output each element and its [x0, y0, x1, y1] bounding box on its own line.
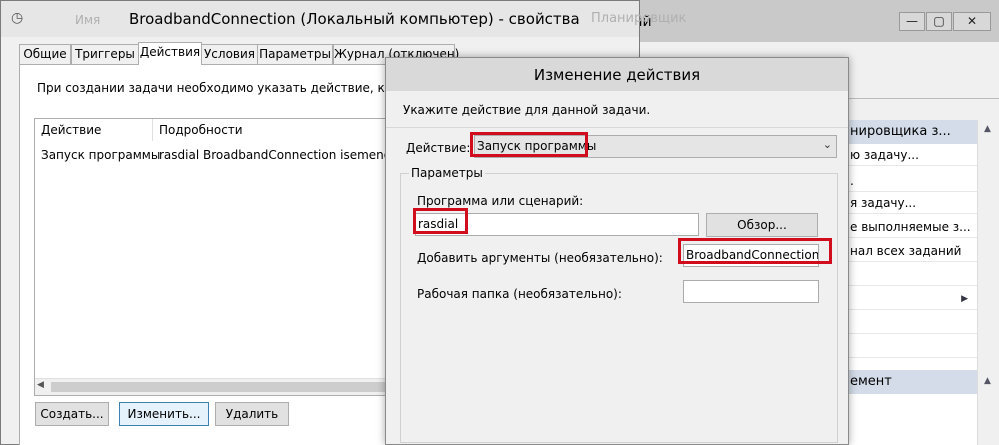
parameters-group-title: Параметры — [409, 166, 485, 180]
actions-panel-item[interactable]: ▶ — [846, 288, 978, 310]
actions-panel-section-header[interactable]: емент — [846, 370, 978, 394]
column-header-action[interactable]: Действие — [35, 119, 153, 141]
browse-button[interactable]: Обзор... — [706, 213, 818, 237]
program-label: Программа или сценарий: — [417, 194, 584, 208]
faded-label: Планировщик — [591, 11, 687, 26]
minimize-button[interactable]: — — [899, 12, 925, 31]
properties-title: BroadbandConnection (Локальный компьютер… — [129, 10, 580, 28]
panel-divider — [845, 98, 999, 99]
dialog-description: Укажите действие для данной задачи. — [403, 103, 651, 117]
actions-panel-item[interactable] — [846, 264, 978, 286]
scrollbar-thumb[interactable] — [51, 382, 411, 392]
actions-panel: нировщика з... ю задачу... . я задачу...… — [845, 120, 978, 445]
actions-panel-item[interactable] — [846, 336, 978, 358]
actions-panel-item[interactable]: ю задачу... — [846, 144, 978, 166]
program-input[interactable]: rasdial — [415, 213, 699, 236]
scroll-up-icon[interactable]: ▲ — [984, 376, 991, 386]
maximize-button[interactable]: ▢ — [926, 12, 952, 31]
tab-general[interactable]: Общие — [19, 44, 71, 64]
actions-panel-scrollbar[interactable]: ▲ ▲ — [977, 120, 999, 445]
arguments-label: Добавить аргументы (необязательно): — [417, 251, 663, 265]
row-details: rasdial BroadbandConnection isemenov7 6 — [159, 148, 418, 162]
submenu-arrow-icon: ▶ — [961, 294, 968, 304]
edit-action-dialog: Изменение действия Укажите действие для … — [385, 57, 849, 445]
properties-titlebar: ◷ Имя BroadbandConnection (Локальный ком… — [1, 1, 686, 37]
delete-button[interactable]: Удалить — [215, 402, 289, 426]
edit-button[interactable]: Изменить... — [119, 402, 209, 426]
actions-panel-item[interactable]: я задачу... — [846, 192, 978, 214]
actions-panel-item[interactable]: . — [846, 170, 978, 192]
workdir-label: Рабочая папка (необязательно): — [417, 287, 622, 301]
row-action: Запуск программы — [41, 148, 161, 162]
parameters-group: Параметры Программа или сценарий: rasdia… — [400, 166, 838, 443]
action-dropdown-value: Запуск программы — [477, 139, 597, 153]
actions-panel-item[interactable]: е выполняемые з... — [846, 216, 978, 238]
clock-icon: ◷ — [11, 10, 24, 26]
tab-conditions[interactable]: Условия — [201, 44, 258, 64]
action-dropdown[interactable]: Запуск программы ⌄ — [474, 135, 837, 158]
dialog-body: Укажите действие для данной задачи. Дейс… — [386, 91, 848, 444]
action-label: Действие: — [406, 141, 471, 155]
faded-label: Имя — [75, 13, 101, 27]
chevron-down-icon[interactable]: ⌄ — [823, 138, 832, 151]
dialog-title: Изменение действия — [533, 66, 701, 84]
scroll-left-icon[interactable]: ◀ — [37, 380, 44, 390]
workdir-input[interactable] — [683, 280, 819, 303]
actions-panel-header[interactable]: нировщика з... — [846, 120, 978, 144]
tab-triggers[interactable]: Триггеры — [71, 44, 139, 64]
dialog-titlebar: Изменение действия — [386, 58, 848, 91]
scroll-up-icon[interactable]: ▲ — [984, 124, 991, 134]
arguments-input[interactable]: BroadbandConnection is — [683, 244, 819, 267]
actions-panel-item[interactable] — [846, 312, 978, 334]
actions-panel-item[interactable]: нал всех заданий — [846, 240, 978, 262]
create-button[interactable]: Создать... — [35, 402, 109, 426]
close-button[interactable]: ✕ — [953, 12, 991, 31]
tab-settings[interactable]: Параметры — [257, 44, 333, 64]
tab-actions[interactable]: Действия — [138, 42, 202, 65]
divider — [386, 127, 848, 128]
